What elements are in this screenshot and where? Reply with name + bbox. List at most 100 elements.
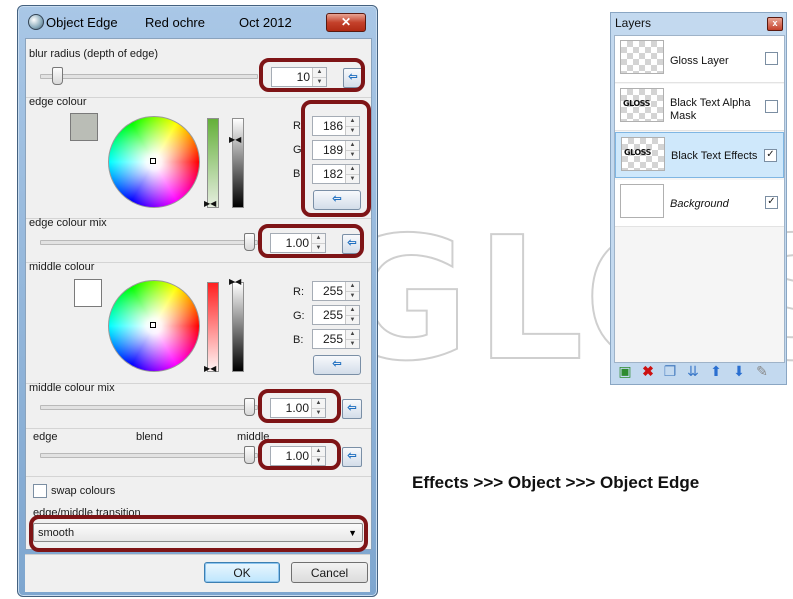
layer-name: Gloss Layer: [670, 55, 729, 67]
highlight-ring-edge-mix: [258, 224, 364, 258]
edge-mix-slider-thumb[interactable]: [244, 233, 255, 251]
merge-down-icon[interactable]: ⇊: [685, 363, 701, 379]
middle-saturation-marker-icon[interactable]: ▶◀: [204, 365, 216, 373]
middle-colour-reset-button[interactable]: ⇦: [313, 355, 361, 375]
highlight-ring-middle-mix: [258, 389, 341, 423]
layers-list: Gloss Layer GLOSS Black Text Alpha Mask …: [614, 35, 785, 363]
middle-value-marker-icon[interactable]: ▶◀: [229, 278, 241, 286]
edge-colour-wheel[interactable]: [108, 116, 200, 208]
move-up-icon[interactable]: ⬆: [708, 363, 724, 379]
layer-name: Black Text Effects: [671, 150, 758, 162]
spin-down-icon[interactable]: ▼: [346, 291, 359, 300]
layer-thumbnail: GLOSS: [621, 137, 665, 171]
middle-colour-swatch[interactable]: [74, 279, 102, 307]
middle-b-label: B:: [293, 334, 304, 346]
highlight-ring-blend: [258, 439, 341, 470]
layers-panel: Layers x Gloss Layer GLOSS Black Text Al…: [610, 12, 787, 385]
middle-r-value: 255: [322, 284, 343, 298]
spin-up-icon[interactable]: ▲: [346, 306, 359, 315]
middle-mix-reset-button[interactable]: ⇦: [342, 399, 362, 419]
middle-mix-label: middle colour mix: [29, 382, 115, 394]
highlight-ring-blur: [259, 58, 365, 92]
blend-track[interactable]: [40, 453, 258, 458]
middle-r-spinner[interactable]: ▲ ▼: [345, 282, 359, 300]
middle-colour-wheel[interactable]: [108, 280, 200, 372]
highlight-ring-edge-colour: [301, 100, 371, 217]
edge-colour-swatch[interactable]: [70, 113, 98, 141]
highlight-ring-transition: [29, 515, 368, 552]
middle-saturation-bar[interactable]: [207, 282, 219, 372]
duplicate-layer-icon[interactable]: ❐: [662, 363, 678, 379]
swap-colours-label: swap colours: [51, 485, 116, 497]
swap-divider: [26, 476, 371, 477]
layer-visibility-checkbox[interactable]: ✓: [765, 196, 778, 209]
dialog-body: blur radius (depth of edge) 10 ▲ ▼ ⇦ edge…: [25, 38, 372, 552]
middle-r-label: R:: [293, 286, 304, 298]
middle-mix-track[interactable]: [40, 405, 258, 410]
layers-close-button[interactable]: x: [767, 17, 783, 31]
layer-thumbnail: GLOSS: [620, 88, 664, 122]
middle-mix-slider-thumb[interactable]: [244, 398, 255, 416]
delete-layer-icon[interactable]: ✖: [640, 363, 656, 379]
app-icon: [28, 14, 44, 30]
edge-colour-wheel-marker[interactable]: [150, 158, 156, 164]
blur-radius-track[interactable]: [40, 74, 258, 79]
dialog-title: Object Edge: [46, 15, 118, 30]
blur-radius-slider-thumb[interactable]: [52, 67, 63, 85]
thumbnail-text: GLOSS: [623, 99, 650, 108]
middle-r-input[interactable]: 255 ▲ ▼: [312, 281, 360, 301]
middle-g-input[interactable]: 255 ▲ ▼: [312, 305, 360, 325]
layer-name: Black Text Alpha Mask: [670, 97, 751, 122]
layer-row-black-text-alpha-mask[interactable]: GLOSS Black Text Alpha Mask: [615, 84, 784, 131]
edge-value-bar[interactable]: [232, 118, 244, 208]
dialog-author: Red ochre: [145, 15, 205, 30]
menu-path-caption: Effects >>> Object >>> Object Edge: [412, 473, 700, 492]
spin-up-icon[interactable]: ▲: [346, 330, 359, 339]
edge-mix-label: edge colour mix: [29, 217, 107, 229]
dialog-footer: OK Cancel: [25, 554, 370, 592]
layers-title: Layers: [615, 16, 652, 30]
middle-b-input[interactable]: 255 ▲ ▼: [312, 329, 360, 349]
edge-mix-track[interactable]: [40, 240, 258, 245]
layer-thumbnail: [620, 184, 664, 218]
blend-left-label: edge: [33, 431, 58, 443]
add-layer-icon[interactable]: ▣: [617, 363, 633, 379]
move-down-icon[interactable]: ⬇: [731, 363, 747, 379]
ok-button[interactable]: OK: [204, 562, 280, 583]
middle-b-spinner[interactable]: ▲ ▼: [345, 330, 359, 348]
edge-saturation-marker-icon[interactable]: ▶◀: [204, 200, 216, 208]
layer-visibility-checkbox[interactable]: [765, 52, 778, 65]
middle-g-label: G:: [293, 310, 305, 322]
thumbnail-text: GLOSS: [624, 148, 651, 157]
spin-up-icon[interactable]: ▲: [346, 282, 359, 291]
layer-visibility-checkbox[interactable]: ✓: [764, 149, 777, 162]
layer-row-gloss-layer[interactable]: Gloss Layer: [615, 36, 784, 83]
spin-down-icon[interactable]: ▼: [346, 315, 359, 324]
layer-row-black-text-effects[interactable]: GLOSS Black Text Effects ✓: [615, 132, 784, 178]
edge-value-marker-icon[interactable]: ▶◀: [229, 136, 241, 144]
middle-colour-label: middle colour: [29, 261, 95, 273]
edge-saturation-bar[interactable]: [207, 118, 219, 208]
cancel-button[interactable]: Cancel: [291, 562, 368, 583]
close-button[interactable]: ✕: [326, 13, 366, 32]
layer-visibility-checkbox[interactable]: [765, 100, 778, 113]
dialog-date: Oct 2012: [239, 15, 292, 30]
dialog-titlebar[interactable]: Object Edge Red ochre Oct 2012 ✕: [25, 11, 370, 33]
middle-colour-wheel-marker[interactable]: [150, 322, 156, 328]
layer-name: Background: [670, 198, 729, 210]
blur-radius-label: blur radius (depth of edge): [29, 48, 159, 60]
edge-colour-label: edge colour: [29, 96, 87, 108]
swap-colours-checkbox[interactable]: [33, 484, 47, 498]
layer-row-background[interactable]: Background ✓: [615, 180, 784, 227]
spin-down-icon[interactable]: ▼: [346, 339, 359, 348]
middle-b-value: 255: [322, 332, 343, 346]
blend-divider: [26, 428, 371, 429]
middle-g-spinner[interactable]: ▲ ▼: [345, 306, 359, 324]
blend-reset-button[interactable]: ⇦: [342, 447, 362, 467]
layer-properties-icon[interactable]: ✎: [754, 363, 770, 379]
object-edge-dialog: Object Edge Red ochre Oct 2012 ✕ blur ra…: [17, 5, 378, 597]
blend-center-label: blend: [136, 431, 163, 443]
middle-g-value: 255: [322, 308, 343, 322]
middle-value-bar[interactable]: [232, 282, 244, 372]
blend-slider-thumb[interactable]: [244, 446, 255, 464]
